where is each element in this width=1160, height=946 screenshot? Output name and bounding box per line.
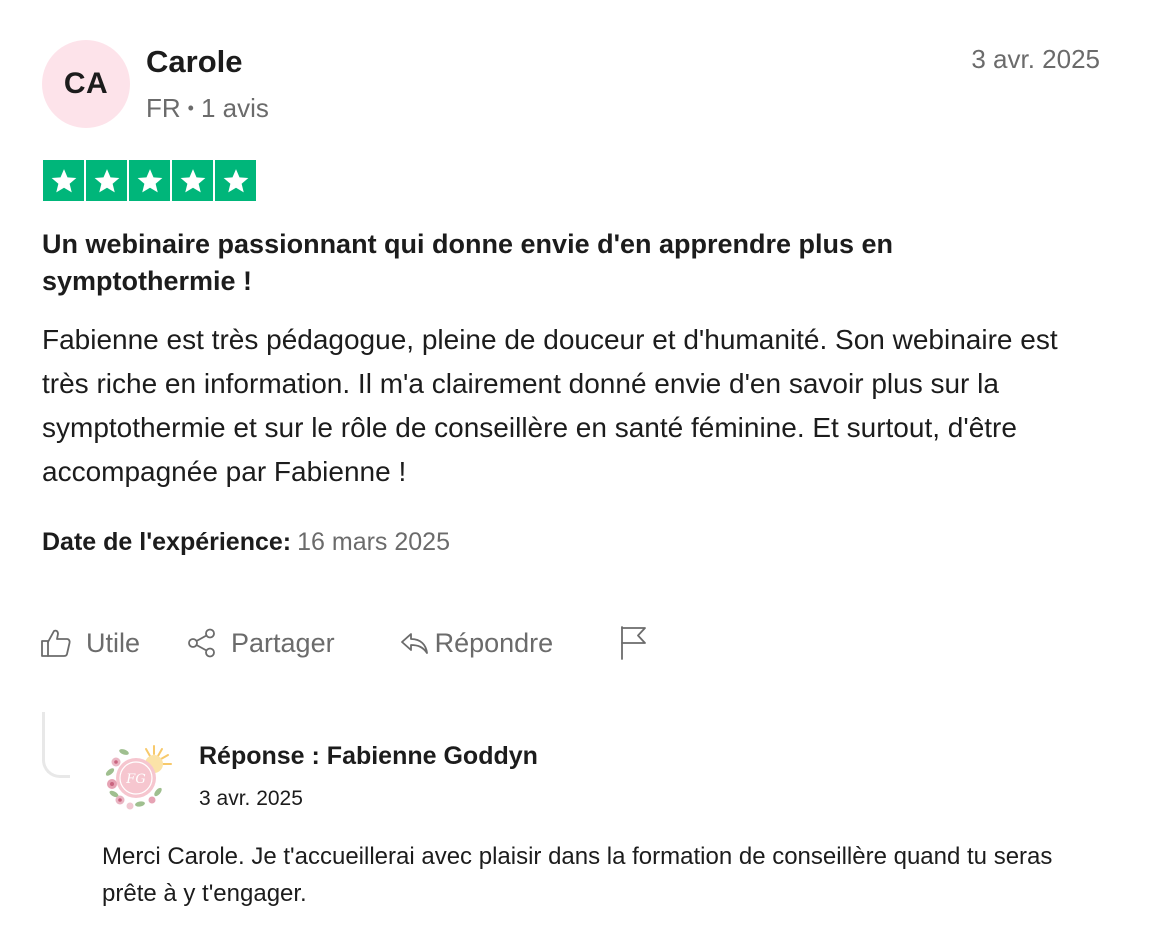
useful-button[interactable]: Utile: [40, 627, 140, 659]
reply-date: 3 avr. 2025: [199, 787, 303, 810]
share-icon: [188, 628, 215, 658]
star-icon: [43, 160, 84, 201]
reviewer-meta: FR • 1 avis: [146, 93, 269, 124]
reply-icon: [400, 633, 428, 654]
report-button[interactable]: [619, 625, 649, 661]
reviewer-review-count: 1 avis: [200, 93, 269, 123]
useful-label: Utile: [86, 627, 141, 658]
reply-title: Réponse : Fabienne Goddyn: [199, 742, 538, 770]
reply-label: Répondre: [434, 627, 554, 658]
star-icon: [129, 160, 170, 201]
svg-text:FG: FG: [125, 772, 145, 787]
reply-connector-line: [42, 712, 70, 778]
review-date: 3 avr. 2025: [971, 44, 1100, 74]
share-label: Partager: [231, 627, 335, 658]
thumbs-up-icon: [41, 629, 71, 657]
star-icon: [215, 160, 256, 201]
reply-body: Merci Carole. Je t'accueillerai avec pla…: [102, 843, 1053, 907]
reviewer-country: FR: [146, 93, 181, 123]
reviewer-name[interactable]: Carole: [146, 44, 242, 80]
review-body: Fabienne est très pédagogue, pleine de d…: [42, 324, 1058, 487]
reply-button[interactable]: Répondre: [399, 627, 554, 659]
floral-logo-icon: FG: [100, 742, 176, 812]
star-icon: [86, 160, 127, 201]
reviewer-avatar[interactable]: CA: [42, 40, 130, 128]
flag-icon: [621, 626, 647, 660]
review-title[interactable]: Un webinaire passionnant qui donne envie…: [42, 226, 1082, 300]
meta-separator: •: [187, 98, 194, 118]
review-actions: Utile Partager Répondre: [40, 620, 649, 666]
star-rating: [43, 160, 256, 201]
experience-date-row: Date de l'expérience: 16 mars 2025: [42, 528, 450, 557]
experience-date-value: 16 mars 2025: [297, 528, 450, 556]
star-icon: [172, 160, 213, 201]
share-button[interactable]: Partager: [186, 627, 335, 659]
experience-date-label: Date de l'expérience:: [42, 528, 292, 556]
